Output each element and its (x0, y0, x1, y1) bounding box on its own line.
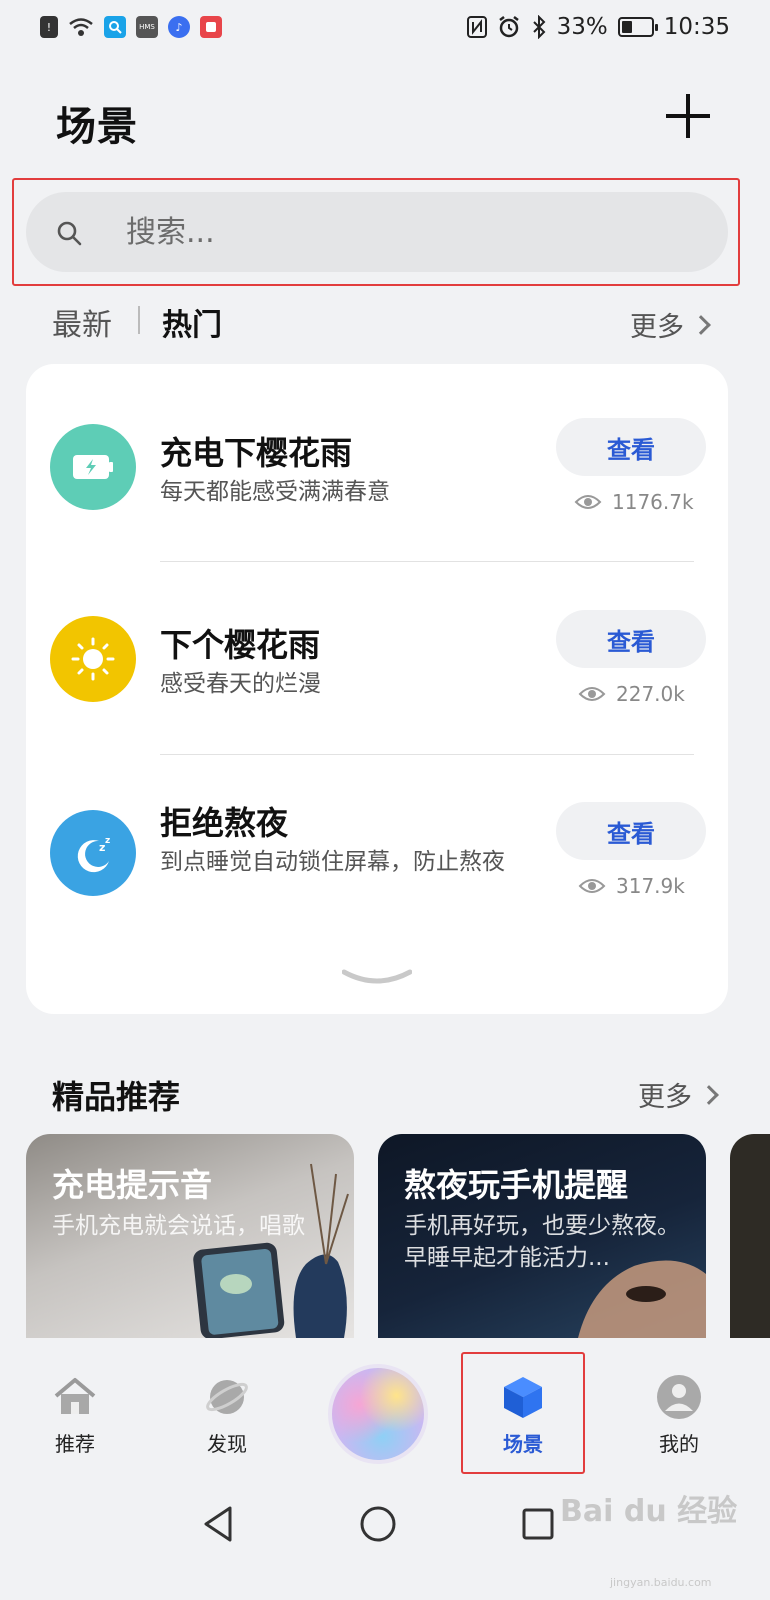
status-right: 33% 10:35 (466, 14, 730, 40)
eye-icon (578, 687, 606, 701)
view-button[interactable]: 查看 (556, 802, 706, 860)
alert-icon: ! (40, 16, 58, 38)
view-count-value: 1176.7k (612, 490, 694, 514)
scene-title: 充电下樱花雨 (160, 434, 353, 472)
hms-icon: HMS (136, 16, 158, 38)
battery-icon (617, 17, 658, 37)
nav-recommend[interactable]: 推荐 (20, 1362, 130, 1472)
status-bar: ! HMS ♪ 33% 10:35 (0, 0, 770, 60)
featured-card-desc: 手机充电就会说话，唱歌 (52, 1213, 305, 1239)
search-app-icon (104, 16, 126, 38)
page-title: 场景 (56, 104, 138, 150)
view-count: 1176.7k (574, 490, 694, 514)
nav-label: 推荐 (55, 1432, 95, 1456)
scene-subtitle: 到点睡觉自动锁住屏幕，防止熬夜 (160, 849, 505, 875)
add-scene-button[interactable] (664, 92, 712, 140)
nav-scenes[interactable]: 场景 (468, 1362, 578, 1472)
nav-label: 我的 (659, 1432, 699, 1456)
eye-icon (574, 495, 602, 509)
scene-item[interactable]: 下个樱花雨 感受春天的烂漫 查看 227.0k (26, 556, 728, 746)
search-bar[interactable] (26, 192, 728, 272)
assistant-orb-icon[interactable] (328, 1364, 428, 1464)
sun-icon (50, 616, 136, 702)
bottom-nav: 推荐 发现 场景 我的 (0, 1338, 770, 1600)
scene-item[interactable]: 充电下樱花雨 每天都能感受满满春意 查看 1176.7k (26, 364, 728, 554)
expand-chevron-icon[interactable] (342, 968, 412, 988)
view-count-value: 227.0k (616, 682, 685, 706)
eye-icon (578, 879, 606, 893)
view-count: 227.0k (578, 682, 685, 706)
status-left-icons: ! HMS ♪ (40, 16, 222, 38)
svg-text:z: z (105, 836, 110, 846)
tab-hot[interactable]: 热门 (162, 300, 222, 344)
battery-percent: 33% (556, 14, 608, 40)
scene-list-card: 充电下樱花雨 每天都能感受满满春意 查看 1176.7k 下个樱花雨 感受春天的… (26, 364, 728, 1014)
featured-card-title: 充电提示音 (52, 1166, 213, 1204)
view-count-value: 317.9k (616, 874, 685, 898)
nav-label: 发现 (207, 1432, 247, 1456)
home-circle-icon[interactable] (358, 1504, 398, 1544)
chevron-right-icon (699, 1084, 719, 1105)
featured-card-title: 熬夜玩手机提醒 (404, 1166, 629, 1204)
watermark-url: jingyan.baidu.com (610, 1576, 712, 1589)
featured-card-peek[interactable] (730, 1134, 770, 1338)
scene-title: 下个樱花雨 (160, 626, 321, 664)
tab-divider (138, 306, 140, 334)
back-icon[interactable] (200, 1504, 236, 1544)
more-label: 更多 (630, 312, 684, 343)
bluetooth-icon (532, 15, 545, 39)
wifi-icon (69, 18, 93, 36)
battery-charging-icon (50, 424, 136, 510)
moon-sleep-icon: z z (50, 810, 136, 896)
nav-discover[interactable]: 发现 (172, 1362, 282, 1472)
chevron-right-icon (691, 314, 711, 335)
featured-card[interactable]: 充电提示音 手机充电就会说话，唱歌 (26, 1134, 354, 1338)
clock: 10:35 (663, 14, 730, 40)
nfc-icon (466, 16, 487, 38)
nav-mine[interactable]: 我的 (624, 1362, 734, 1472)
planet-icon (206, 1380, 248, 1414)
avatar-icon (657, 1375, 701, 1419)
watermark-logo: Bai du 经验 (560, 1494, 738, 1529)
scene-subtitle: 感受春天的烂漫 (160, 671, 321, 697)
view-count: 317.9k (578, 874, 685, 898)
scene-item[interactable]: z z 拒绝熬夜 到点睡觉自动锁住屏幕，防止熬夜 查看 317.9k (26, 748, 728, 938)
home-icon (54, 1378, 96, 1414)
featured-card-desc: 手机再好玩，也要少熬夜。早睡早起才能活力... (404, 1213, 680, 1271)
search-icon (57, 221, 82, 246)
scene-subtitle: 每天都能感受满满春意 (160, 479, 390, 505)
tab-latest[interactable]: 最新 (52, 300, 112, 344)
search-input[interactable] (126, 206, 686, 258)
music-icon: ♪ (168, 16, 190, 38)
cube-icon (504, 1377, 542, 1418)
view-button[interactable]: 查看 (556, 418, 706, 476)
more-featured-link[interactable]: 更多 (638, 1075, 719, 1114)
more-scenes-link[interactable]: 更多 (630, 305, 711, 344)
nav-label: 场景 (503, 1432, 543, 1456)
featured-title: 精品推荐 (52, 1078, 181, 1116)
scene-title: 拒绝熬夜 (160, 804, 289, 842)
recents-icon[interactable] (520, 1504, 556, 1544)
featured-card[interactable]: 熬夜玩手机提醒 手机再好玩，也要少熬夜。早睡早起才能活力... (378, 1134, 706, 1338)
view-button[interactable]: 查看 (556, 610, 706, 668)
book-app-icon (200, 16, 222, 38)
alarm-icon (498, 16, 519, 38)
more-label: 更多 (638, 1082, 692, 1113)
